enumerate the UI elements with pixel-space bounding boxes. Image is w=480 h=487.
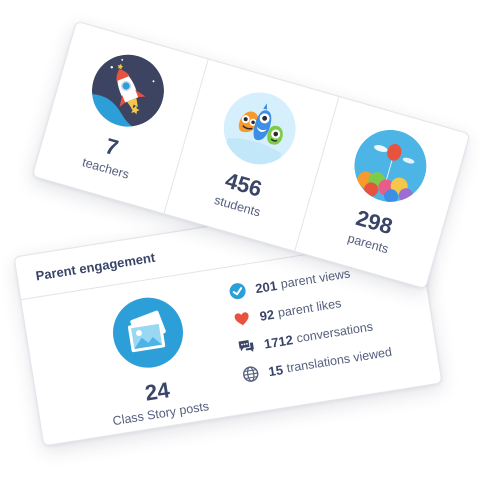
globe-icon (240, 364, 261, 385)
stat-value: 92 (258, 306, 276, 324)
heart-icon (232, 309, 253, 330)
class-story-posts: 24 Class Story posts (83, 289, 221, 430)
chat-icon (236, 336, 257, 357)
balloons-icon (346, 121, 435, 210)
rocket-icon (83, 46, 172, 135)
stat-value: 15 (267, 361, 284, 379)
stat-value: 201 (254, 277, 278, 296)
stat-label: parent views (279, 266, 352, 292)
stats-graphic: Parent engagement 24 Class Story posts 2… (0, 0, 480, 487)
stat-value: 1712 (262, 331, 294, 352)
check-circle-icon (227, 281, 248, 302)
monsters-icon (215, 84, 304, 173)
card-title: Parent engagement (34, 249, 157, 284)
photo-icon (107, 292, 189, 373)
stat-label: parent likes (276, 296, 343, 321)
